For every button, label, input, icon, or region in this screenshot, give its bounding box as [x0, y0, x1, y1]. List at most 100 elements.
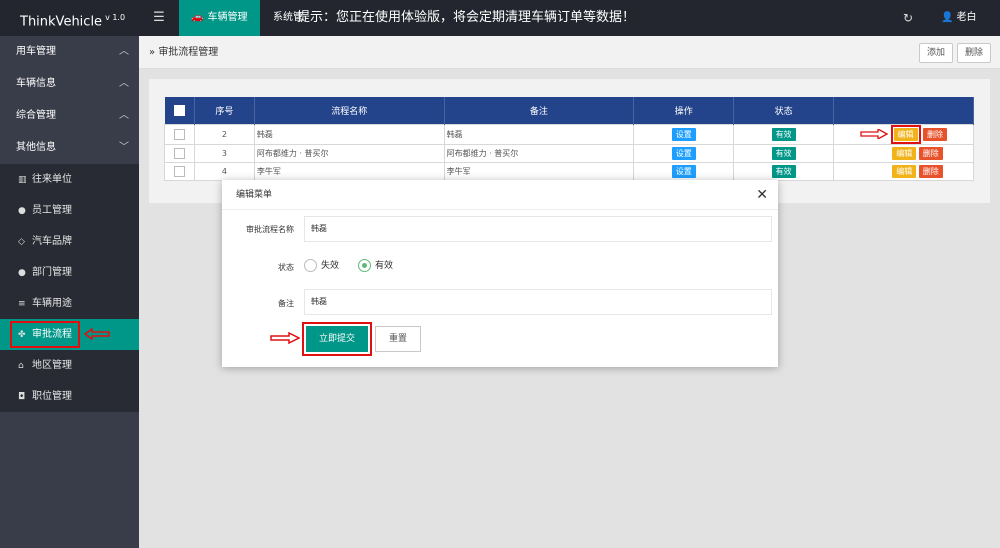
nav-group-car-use[interactable]: 用车管理 ︿	[0, 36, 139, 68]
approval-table: 序号 流程名称 备注 操作 状态 2 韩磊 韩磊 设置 有效 编辑 删除 3 阿…	[164, 97, 974, 181]
sidebar-item-approval[interactable]: ✤ 审批流程	[0, 319, 139, 350]
sidebar-item-label: 往来单位	[32, 174, 72, 185]
user-icon: 👤	[941, 12, 954, 23]
breadcrumb-bar: » 审批流程管理 添加 删除	[139, 36, 1000, 69]
status-on-label: 有效	[375, 261, 394, 271]
user-name: 老白	[956, 12, 977, 23]
top-tab-vehicle[interactable]: 🚗 车辆管理	[179, 0, 260, 36]
radio-off-icon	[304, 259, 317, 272]
sidebar-item-departments[interactable]: ● 部门管理	[0, 257, 139, 288]
brand-name: ThinkVehicle	[20, 14, 103, 30]
select-all-checkbox[interactable]	[173, 104, 185, 116]
edit-button[interactable]: 编辑	[893, 127, 918, 141]
row-select-cell	[164, 143, 195, 163]
highlight-box	[10, 321, 80, 348]
row-no: 2	[193, 123, 255, 145]
status-badge: 有效	[771, 164, 796, 178]
row-no: 3	[193, 143, 255, 163]
sidebar-item-regions[interactable]: ⌂ 地区管理	[0, 350, 139, 381]
delete-button[interactable]: 删除	[957, 43, 992, 63]
table-row: 2 韩磊 韩磊 设置 有效 编辑 删除	[164, 123, 974, 145]
nav-group-vehicle-info[interactable]: 车辆信息 ︿	[0, 68, 139, 100]
row-status-cell: 有效	[733, 123, 834, 145]
sidebar-subitems: ▥ 往来单位 ● 员工管理 ◇ 汽车品牌 ● 部门管理 ≡ 车辆用途 ✤ 审批流程 ⌂ 地区管…	[0, 164, 139, 412]
row-actions-cell: 编辑 删除	[833, 143, 974, 163]
close-icon[interactable]: ✕	[756, 180, 768, 210]
status-on-radio[interactable]: 有效	[358, 259, 393, 273]
row-checkbox[interactable]	[173, 165, 185, 177]
name-field[interactable]: 韩磊	[304, 216, 772, 242]
refresh-icon[interactable]: ↻	[900, 0, 916, 36]
sidebar-item-label: 员工管理	[32, 205, 72, 216]
status-badge: 有效	[771, 127, 796, 141]
remark-field[interactable]: 韩磊	[304, 289, 772, 315]
highlight-box: 立即提交	[302, 322, 372, 356]
users-icon: ●	[18, 268, 26, 278]
col-header-status: 状态	[733, 97, 834, 124]
notice-text: 提示：您正在使用体验版，将会定期清理车辆订单等数据！	[297, 10, 636, 25]
row-delete-button[interactable]: 删除	[918, 164, 943, 178]
settings-button[interactable]: 设置	[671, 127, 696, 141]
col-header-no: 序号	[194, 97, 255, 124]
user-menu[interactable]: 👤 老白	[941, 0, 976, 36]
row-select-cell	[164, 161, 195, 181]
add-button[interactable]: 添加	[919, 43, 954, 63]
col-header-actions	[833, 97, 974, 124]
row-op-cell: 设置	[633, 161, 735, 181]
row-select-cell	[164, 123, 195, 145]
nav-group-label: 综合管理	[16, 110, 56, 121]
status-label: 状态	[278, 263, 294, 272]
select-all-cell	[164, 97, 195, 124]
list-icon: ≡	[18, 299, 26, 309]
sidebar-item-partners[interactable]: ▥ 往来单位	[0, 164, 139, 195]
edit-dialog: 编辑菜单 ✕ 审批流程名称 韩磊 状态 失效 有效 备注 韩磊 立即提交 重置	[222, 180, 778, 367]
edit-button[interactable]: 编辑	[892, 146, 917, 160]
sidebar-item-positions[interactable]: ◘ 职位管理	[0, 381, 139, 412]
row-delete-button[interactable]: 删除	[918, 146, 943, 160]
row-name: 阿布都维力 · 普买尔	[253, 143, 445, 163]
camera-icon: ◘	[18, 392, 26, 402]
nav-group-other[interactable]: 其他信息 ﹀	[0, 132, 139, 164]
chevron-up-icon: ︿	[119, 46, 129, 57]
table-header-row: 序号 流程名称 备注 操作 状态	[164, 97, 974, 124]
row-op-cell: 设置	[633, 143, 735, 163]
sidebar-item-label: 地区管理	[32, 360, 72, 371]
sidebar-item-usage[interactable]: ≡ 车辆用途	[0, 288, 139, 319]
settings-button[interactable]: 设置	[671, 164, 696, 178]
row-checkbox[interactable]	[173, 128, 185, 140]
dialog-title: 编辑菜单	[236, 190, 273, 200]
brand-logo[interactable]: ThinkVehicle v 1.0	[0, 0, 139, 36]
top-tab-label: 车辆管理	[207, 12, 248, 23]
settings-button[interactable]: 设置	[671, 146, 696, 160]
chevron-down-icon: ﹀	[119, 142, 129, 153]
remark-label: 备注	[278, 299, 294, 308]
red-arrow-right-icon	[860, 127, 889, 141]
row-actions-cell: 编辑 删除	[833, 161, 974, 181]
radio-on-icon	[358, 259, 371, 272]
chevron-up-icon: ︿	[119, 78, 129, 89]
sidebar-item-label: 车辆用途	[32, 298, 72, 309]
nav-group-label: 用车管理	[16, 46, 56, 57]
sidebar-item-brands[interactable]: ◇ 汽车品牌	[0, 226, 139, 257]
col-header-name: 流程名称	[254, 97, 445, 124]
row-op-cell: 设置	[633, 123, 735, 145]
submit-button[interactable]: 立即提交	[306, 326, 368, 352]
row-actions-cell: 编辑 删除	[833, 123, 974, 145]
menu-toggle-icon[interactable]: ☰	[139, 0, 179, 36]
row-checkbox[interactable]	[173, 147, 185, 159]
row-name: 李牛军	[253, 161, 445, 181]
sidebar-item-staff[interactable]: ● 员工管理	[0, 195, 139, 226]
edit-button[interactable]: 编辑	[892, 164, 917, 178]
name-label: 审批流程名称	[246, 225, 294, 234]
sidebar: 用车管理 ︿ 车辆信息 ︿ 综合管理 ︿ 其他信息 ﹀ ▥ 往来单位 ● 员工管理 ◇ 汽车品…	[0, 36, 139, 548]
row-delete-button[interactable]: 删除	[923, 127, 948, 141]
user-icon: ●	[18, 206, 26, 216]
row-remark: 阿布都维力 · 普买尔	[443, 143, 635, 163]
red-arrow-right-icon	[270, 332, 300, 344]
nav-group-general[interactable]: 综合管理 ︿	[0, 100, 139, 132]
row-remark: 李牛军	[443, 161, 635, 181]
status-badge: 有效	[771, 146, 796, 160]
reset-button[interactable]: 重置	[375, 326, 421, 352]
bank-icon: ▥	[18, 175, 27, 185]
status-off-radio[interactable]: 失效	[304, 259, 339, 273]
